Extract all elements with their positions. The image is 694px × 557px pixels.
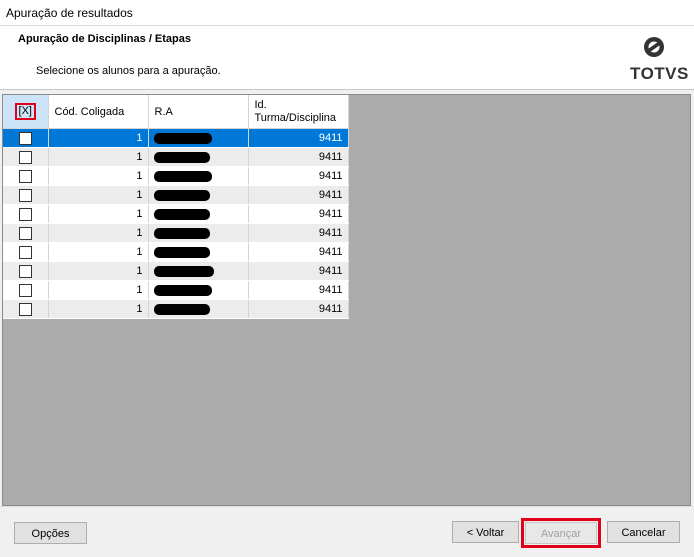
row-checkbox-cell — [3, 280, 49, 300]
table-row[interactable]: 1 9411 — [3, 185, 349, 205]
cell-turma: 9411 — [248, 223, 349, 243]
cell-ra — [148, 166, 249, 186]
cell-ra — [148, 147, 249, 167]
cell-coligada: 1 — [48, 147, 149, 167]
table-row[interactable]: 1 9411 — [3, 280, 349, 300]
students-grid-panel[interactable]: [X] Cód. Coligada R.A Id. Turma/Discipli… — [2, 94, 691, 506]
cell-ra — [148, 242, 249, 262]
title-bar: Apuração de resultados — [0, 0, 694, 26]
totvs-logo-text: TOTVS — [630, 64, 689, 83]
cell-turma: 9411 — [248, 204, 349, 224]
footer-separator — [0, 506, 694, 507]
table-row[interactable]: 1 9411 — [3, 261, 349, 281]
row-checkbox[interactable] — [18, 150, 32, 164]
select-all-checkbox[interactable]: [X] — [14, 103, 36, 120]
ra-redaction — [153, 151, 210, 163]
cell-ra — [148, 299, 249, 319]
cell-coligada: 1 — [48, 223, 149, 243]
cell-ra — [148, 261, 249, 281]
cell-turma: 9411 — [248, 166, 349, 186]
ra-redaction — [153, 284, 212, 296]
cell-coligada: 1 — [48, 204, 149, 224]
ra-redaction — [153, 132, 212, 144]
totvs-logo-icon — [644, 37, 664, 57]
page-instruction: Selecione os alunos para a apuração. — [36, 65, 221, 77]
cancel-button[interactable]: Cancelar — [607, 521, 680, 543]
cell-coligada: 1 — [48, 280, 149, 300]
column-header-turma[interactable]: Id. Turma/Disciplina — [248, 95, 349, 129]
ra-redaction — [153, 189, 210, 201]
cell-turma: 9411 — [248, 280, 349, 300]
row-checkbox-cell — [3, 166, 49, 186]
table-row[interactable]: 1 9411 — [3, 128, 349, 148]
row-checkbox-cell — [3, 185, 49, 205]
ra-redaction — [153, 246, 210, 258]
cell-ra — [148, 128, 249, 148]
cell-ra — [148, 223, 249, 243]
table-row[interactable]: 1 9411 — [3, 204, 349, 224]
row-checkbox[interactable] — [18, 226, 32, 240]
table-header-row: [X] Cód. Coligada R.A Id. Turma/Discipli… — [3, 95, 349, 129]
ra-redaction — [153, 170, 212, 182]
row-checkbox-cell — [3, 223, 49, 243]
row-checkbox[interactable] — [18, 188, 32, 202]
cell-coligada: 1 — [48, 166, 149, 186]
window-title: Apuração de resultados — [6, 6, 133, 20]
page-heading: Apuração de Disciplinas / Etapas — [18, 33, 192, 45]
table-row[interactable]: 1 9411 — [3, 166, 349, 186]
table-row[interactable]: 1 9411 — [3, 147, 349, 167]
cell-turma: 9411 — [248, 242, 349, 262]
row-checkbox-cell — [3, 204, 49, 224]
select-all-header[interactable]: [X] — [3, 95, 49, 129]
column-header-ra[interactable]: R.A — [148, 95, 249, 129]
row-checkbox[interactable] — [18, 245, 32, 259]
cell-ra — [148, 204, 249, 224]
table-row[interactable]: 1 9411 — [3, 299, 349, 319]
row-checkbox-cell — [3, 261, 49, 281]
cell-turma: 9411 — [248, 261, 349, 281]
row-checkbox[interactable] — [18, 169, 32, 183]
cell-coligada: 1 — [48, 261, 149, 281]
row-checkbox-cell — [3, 242, 49, 262]
ra-redaction — [153, 227, 210, 239]
ra-redaction — [153, 208, 210, 220]
cell-turma: 9411 — [248, 147, 349, 167]
totvs-logo: TOTVS — [628, 36, 688, 86]
students-table: [X] Cód. Coligada R.A Id. Turma/Discipli… — [3, 95, 349, 319]
table-row[interactable]: 1 9411 — [3, 242, 349, 262]
cell-coligada: 1 — [48, 128, 149, 148]
row-checkbox[interactable] — [18, 302, 32, 316]
ra-redaction — [153, 303, 210, 315]
options-button[interactable]: Opções — [14, 522, 87, 544]
cell-turma: 9411 — [248, 128, 349, 148]
row-checkbox-cell — [3, 128, 49, 148]
cell-ra — [148, 185, 249, 205]
row-checkbox[interactable] — [18, 207, 32, 221]
row-checkbox[interactable] — [18, 264, 32, 278]
back-button[interactable]: < Voltar — [452, 521, 519, 543]
cell-turma: 9411 — [248, 185, 349, 205]
next-button[interactable]: Avançar — [525, 522, 597, 544]
ra-redaction — [153, 265, 214, 277]
row-checkbox[interactable] — [18, 283, 32, 297]
cell-coligada: 1 — [48, 185, 149, 205]
cell-coligada: 1 — [48, 299, 149, 319]
cell-coligada: 1 — [48, 242, 149, 262]
column-header-coligada[interactable]: Cód. Coligada — [48, 95, 149, 129]
row-checkbox-cell — [3, 147, 49, 167]
row-checkbox[interactable] — [18, 131, 32, 145]
table-row[interactable]: 1 9411 — [3, 223, 349, 243]
wizard-header: Apuração de Disciplinas / Etapas Selecio… — [0, 26, 694, 90]
cell-ra — [148, 280, 249, 300]
cell-turma: 9411 — [248, 299, 349, 319]
row-checkbox-cell — [3, 299, 49, 319]
